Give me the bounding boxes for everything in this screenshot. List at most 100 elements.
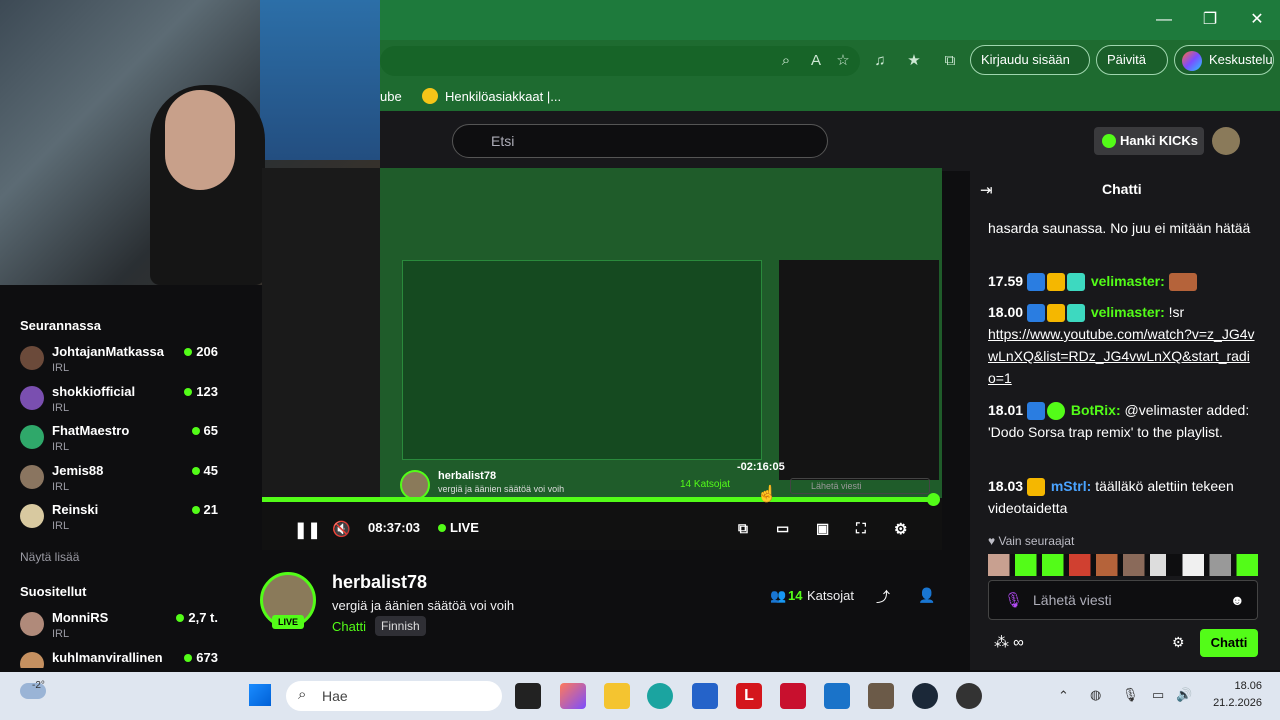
chat-message: 18.01 BotRix: @velimaster added: 'Dodo S… <box>988 402 1250 440</box>
sidebar-item-jemis88[interactable]: Jemis88 IRL 45 <box>20 461 220 497</box>
message-text: hasarda saunassa. No juu ei mitään hätää <box>988 220 1251 236</box>
read-aloud-icon[interactable]: A <box>806 51 826 71</box>
cast-icon[interactable]: ▣ <box>816 520 829 537</box>
zoom-icon[interactable]: ⌕ <box>776 51 796 71</box>
pause-icon[interactable]: ❚❚ <box>294 520 321 540</box>
show-more-link[interactable]: Näytä lisää <box>20 550 79 564</box>
collections-icon[interactable]: ⧉ <box>940 51 960 71</box>
chat-send-button[interactable]: Chatti <box>1200 629 1258 657</box>
stream-category[interactable]: Chatti <box>332 619 366 634</box>
l-app-icon[interactable]: L <box>736 683 762 709</box>
viewer-count: 2,7 t. <box>176 610 218 625</box>
emoji-icon[interactable]: ☻ <box>1230 592 1245 608</box>
login-button[interactable]: Kirjaudu sisään <box>970 45 1090 75</box>
sidebar-item-fhatmaestro[interactable]: FhatMaestro IRL 65 <box>20 421 220 457</box>
share-icon[interactable]: ⤴ <box>876 587 890 607</box>
start-icon[interactable] <box>249 684 271 706</box>
seek-handle[interactable] <box>927 493 940 506</box>
taskbar-search[interactable]: Hae <box>286 681 502 711</box>
minimize-icon[interactable]: — <box>1152 8 1176 32</box>
update-button[interactable]: Päivitä ⋯ <box>1096 45 1168 95</box>
chat-input[interactable]: Lähetä viesti <box>988 580 1258 620</box>
weather-temp: -2° <box>32 680 45 691</box>
following-title: Seurannassa <box>20 318 101 333</box>
extensions-icon[interactable]: ♫ <box>870 51 890 71</box>
mic-tray-icon[interactable]: 🎙 <box>1122 687 1139 703</box>
seek-bar[interactable] <box>262 497 934 502</box>
sidebar-item-reinski[interactable]: Reinski IRL 21 <box>20 500 220 536</box>
viewer-count: 21 <box>191 502 218 517</box>
outlook-icon[interactable] <box>824 683 850 709</box>
recommended-title: Suositellut <box>20 584 87 599</box>
avatar <box>20 386 44 410</box>
crown-icon <box>1026 478 1045 497</box>
message-user[interactable]: mStrl <box>1051 478 1087 494</box>
viewer-count: 123 <box>184 384 218 399</box>
sidebar-item-johtajanmatkassa[interactable]: JohtajanMatkassa IRL 206 <box>20 342 220 378</box>
update-label: Päivitä <box>1107 52 1147 67</box>
crown-icon <box>1046 273 1065 292</box>
channel-name: MonniRS <box>52 610 109 625</box>
inner-chat-input: Lähetä viesti <box>790 478 930 494</box>
chat-settings-icon[interactable]: ⚙ <box>1172 634 1185 651</box>
store-icon[interactable] <box>692 683 718 709</box>
favorites-icon[interactable]: ★ <box>904 51 924 71</box>
bank-icon <box>422 88 438 104</box>
steam-icon[interactable] <box>912 683 938 709</box>
theater-icon[interactable]: ▭ <box>776 520 789 537</box>
follow-icon[interactable]: 👤 <box>918 587 935 604</box>
settings-icon[interactable]: ⚙ <box>894 520 907 538</box>
clock-time[interactable]: 18.06 <box>1210 680 1262 692</box>
message-link[interactable]: https://www.youtube.com/watch?v=z_JG4vwL… <box>988 323 1256 389</box>
collapse-chat-icon[interactable]: ⇥ <box>980 181 993 199</box>
user-avatar[interactable] <box>1212 127 1240 155</box>
kick-points-icon[interactable]: ⁂ ∞ <box>994 633 1024 651</box>
sidebar-item-kuhlmanvirallinen[interactable]: kuhlmanvirallinen 673 <box>20 648 220 668</box>
chevron-up-icon[interactable]: ⌃ <box>1058 688 1069 704</box>
sidebar-item-shokkiofficial[interactable]: shokkiofficial IRL 123 <box>20 382 220 418</box>
message-user[interactable]: velimaster <box>1091 304 1160 320</box>
task-view-icon[interactable] <box>515 683 541 709</box>
mute-icon[interactable]: 🔇 <box>332 520 351 538</box>
game-icon[interactable] <box>868 683 894 709</box>
network-icon[interactable]: ◍ <box>1090 687 1101 703</box>
favorite-star-icon[interactable]: ☆ <box>833 51 853 71</box>
mcafee-icon[interactable] <box>780 683 806 709</box>
search-input[interactable]: Etsi <box>452 124 828 158</box>
message-user[interactable]: BotRix <box>1071 402 1116 418</box>
taskbar <box>0 672 1280 720</box>
favorite-henkiloasiakkaat[interactable]: Henkilöasiakkaat |... <box>445 89 561 104</box>
restore-icon[interactable]: ❐ <box>1198 8 1222 32</box>
channel-category: IRL <box>52 481 70 493</box>
edge-icon[interactable] <box>647 683 673 709</box>
obs-icon[interactable] <box>956 683 982 709</box>
copilot-icon[interactable] <box>560 683 586 709</box>
inner-avatar <box>400 470 430 500</box>
pip-icon[interactable]: ⧉ <box>738 520 748 537</box>
volume-icon[interactable]: 🔊 <box>1176 687 1192 703</box>
emote-bar[interactable] <box>988 554 1258 576</box>
viewer-count: 65 <box>191 423 218 438</box>
fullscreen-icon[interactable]: ⛶ <box>856 520 866 537</box>
close-icon[interactable]: ✕ <box>1245 8 1269 32</box>
streamer-name[interactable]: herbalist78 <box>332 572 427 593</box>
channel-name: kuhlmanvirallinen <box>52 650 163 665</box>
followers-only-notice: ♥ Vain seuraajat <box>988 534 1075 548</box>
streamer-face <box>165 90 235 190</box>
chat-message: 18.03 mStrl: täälläkö alettiin tekeen vi… <box>988 478 1234 516</box>
stream-tag[interactable]: Finnish <box>375 616 426 636</box>
message-user[interactable]: velimaster <box>1091 273 1160 289</box>
channel-name: shokkiofficial <box>52 384 136 399</box>
avatar <box>20 612 44 636</box>
display-icon[interactable]: ▭ <box>1152 687 1164 703</box>
file-explorer-icon[interactable] <box>604 683 630 709</box>
avatar <box>20 346 44 370</box>
favorite-youtube[interactable]: ube <box>380 89 402 104</box>
sidebar-item-monnirs[interactable]: MonniRS IRL 2,7 t. <box>20 608 220 644</box>
inner-title: vergiä ja äänien säätöä voi voih <box>438 484 565 494</box>
chat-message: hasarda saunassa. No juu ei mitään hätää <box>988 217 1256 239</box>
channel-category: IRL <box>52 402 70 414</box>
microphone-icon[interactable]: 🎙 <box>1004 591 1023 609</box>
clock-date[interactable]: 21.2.2026 <box>1200 697 1262 709</box>
viewer-count: 673 <box>184 650 218 665</box>
